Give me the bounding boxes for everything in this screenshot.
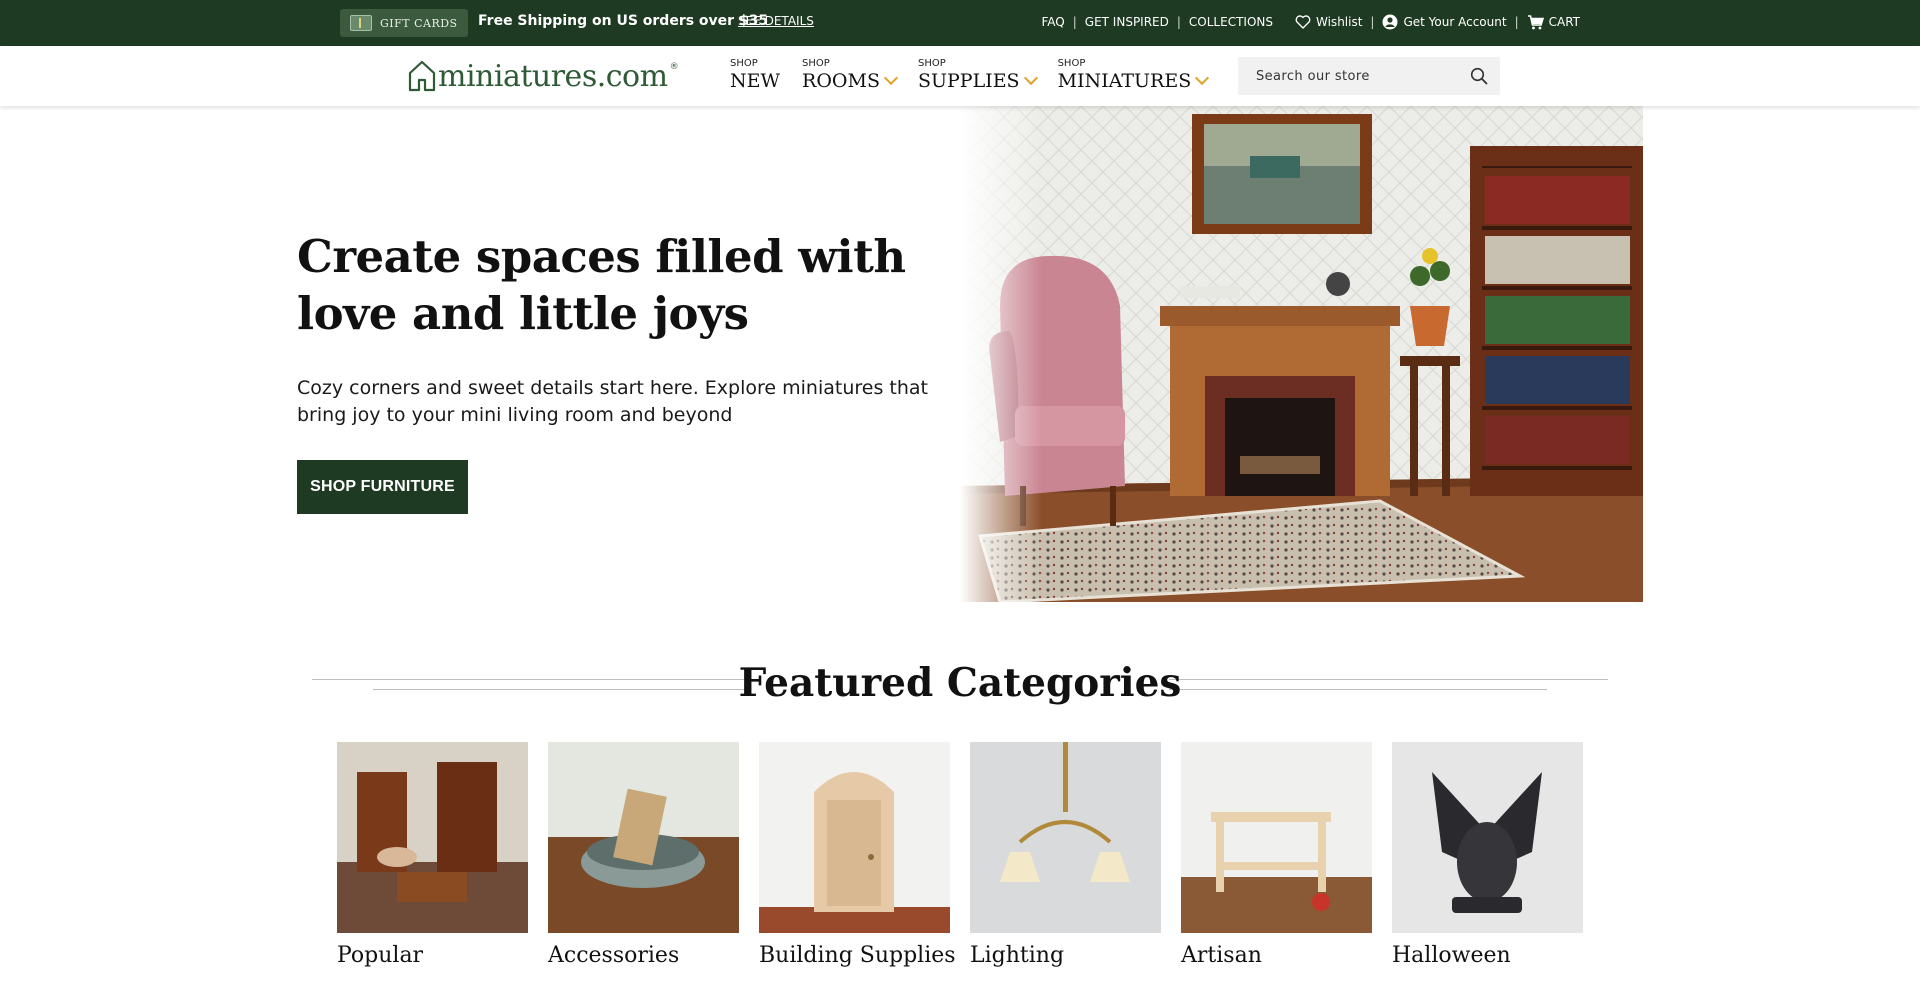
search-input[interactable] <box>1238 57 1458 95</box>
search-icon[interactable] <box>1470 67 1488 85</box>
category-name: Lighting <box>970 943 1065 968</box>
account-label: Get Your Account <box>1403 15 1507 29</box>
chevron-down-icon <box>883 70 899 86</box>
featured-categories-title: Featured Categories <box>738 660 1182 706</box>
cart-link[interactable]: CART <box>1527 14 1580 30</box>
nav-label: ROOMS <box>802 70 880 92</box>
nav-prefix: SHOP <box>1057 58 1086 69</box>
registered-mark: ® <box>669 62 679 72</box>
category-image <box>337 742 528 933</box>
hero-title: Create spaces filled with love and littl… <box>297 230 906 340</box>
see-details-link[interactable]: SEE DETAILS <box>738 14 814 28</box>
collections-link[interactable]: COLLECTIONS <box>1189 15 1273 29</box>
category-name: Artisan <box>1181 943 1262 968</box>
nav-label: SUPPLIES <box>917 70 1020 92</box>
category-image <box>1181 742 1372 933</box>
nav-prefix: SHOP <box>917 58 946 69</box>
logo-wordmark: miniatures.com <box>438 59 668 94</box>
category-name: Building Supplies <box>759 943 956 968</box>
category-card-building-supplies[interactable]: Building Supplies <box>759 742 956 968</box>
separator: | <box>1370 15 1375 29</box>
site-logo[interactable]: miniatures.com ® <box>408 60 679 92</box>
nav-shop-supplies[interactable]: SHOP SUPPLIES <box>917 58 1038 92</box>
category-image <box>1392 742 1583 933</box>
nav-prefix: SHOP <box>730 58 758 69</box>
separator: | <box>1176 15 1181 29</box>
nav-shop-new[interactable]: SHOP NEW <box>730 58 780 92</box>
separator: | <box>1072 15 1077 29</box>
gift-cards-button[interactable]: GIFT CARDS <box>340 9 468 37</box>
nav-label: NEW <box>730 70 781 92</box>
nav-shop-rooms[interactable]: SHOP ROOMS <box>802 58 899 92</box>
category-card-popular[interactable]: Popular <box>337 742 528 968</box>
nav-label: MINIATURES <box>1057 70 1192 92</box>
gift-cards-label: GIFT CARDS <box>380 16 458 30</box>
top-announcement-bar: GIFT CARDS Free Shipping on US orders ov… <box>0 0 1920 46</box>
chevron-down-icon <box>1023 70 1038 86</box>
category-name: Accessories <box>548 943 680 968</box>
nav-prefix: SHOP <box>802 58 830 69</box>
utility-links: FAQ | GET INSPIRED | COLLECTIONS Wishlis… <box>1041 14 1580 30</box>
category-image <box>759 742 950 933</box>
main-navigation: SHOP NEW SHOP ROOMS SHOP SUPPLIES SHOP M… <box>730 58 1210 92</box>
house-logo-icon <box>408 60 436 92</box>
category-card-lighting[interactable]: Lighting <box>970 742 1161 968</box>
category-card-artisan[interactable]: Artisan <box>1181 742 1372 968</box>
free-shipping-promo: Free Shipping on US orders over $35 <box>478 13 769 29</box>
category-image <box>970 742 1161 933</box>
account-link[interactable]: Get Your Account <box>1382 14 1507 30</box>
cart-icon <box>1527 14 1544 30</box>
category-card-halloween[interactable]: Halloween <box>1392 742 1583 968</box>
hero-subtitle: Cozy corners and sweet details start her… <box>297 377 928 426</box>
nav-shop-miniatures[interactable]: SHOP MINIATURES <box>1057 58 1210 92</box>
cart-label: CART <box>1548 15 1580 29</box>
main-header: miniatures.com ® SHOP NEW SHOP ROOMS SHO… <box>0 46 1920 106</box>
get-inspired-link[interactable]: GET INSPIRED <box>1085 15 1169 29</box>
shop-furniture-button[interactable]: SHOP FURNITURE <box>297 460 468 514</box>
wishlist-link[interactable]: Wishlist <box>1295 15 1362 29</box>
separator: | <box>1514 15 1519 29</box>
account-icon <box>1382 14 1398 30</box>
category-name: Halloween <box>1392 943 1511 968</box>
search-box <box>1238 57 1500 95</box>
category-image <box>548 742 739 933</box>
category-card-accessories[interactable]: Accessories <box>548 742 739 968</box>
faq-link[interactable]: FAQ <box>1041 15 1064 29</box>
category-name: Popular <box>337 943 424 968</box>
chevron-down-icon <box>1195 70 1210 86</box>
wishlist-label: Wishlist <box>1316 15 1363 29</box>
heart-icon <box>1295 15 1311 29</box>
hero-living-room-image <box>960 106 1643 602</box>
gift-card-icon <box>350 15 372 31</box>
